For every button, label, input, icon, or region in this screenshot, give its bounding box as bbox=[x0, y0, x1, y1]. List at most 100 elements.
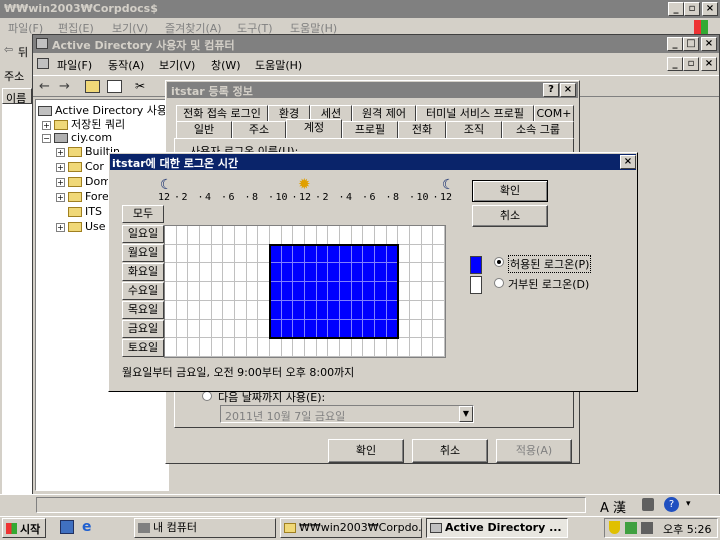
hour-cell[interactable] bbox=[188, 319, 200, 339]
restore-button[interactable]: ▫ bbox=[684, 2, 700, 16]
ime-indicator[interactable]: A 漢 bbox=[600, 497, 626, 516]
expire-date-picker[interactable]: 2011년 10월 7일 금요일 ▼ bbox=[220, 405, 474, 423]
hour-cell[interactable] bbox=[410, 300, 422, 320]
hour-cell[interactable] bbox=[176, 263, 189, 283]
hour-cell[interactable] bbox=[165, 300, 177, 320]
hour-cell[interactable] bbox=[398, 300, 410, 320]
hour-cell[interactable] bbox=[176, 319, 189, 339]
hour-cell[interactable] bbox=[235, 226, 247, 245]
expand-icon[interactable]: + bbox=[56, 162, 65, 172]
taskbar-corpdocs[interactable]: ₩₩win2003₩Corpdo... bbox=[280, 518, 422, 538]
tree-its[interactable]: ITS bbox=[68, 205, 102, 218]
volume-icon[interactable] bbox=[641, 522, 653, 534]
hour-cell[interactable] bbox=[398, 226, 410, 245]
hour-cell[interactable] bbox=[235, 338, 247, 357]
properties-help-button[interactable]: ? bbox=[543, 83, 559, 97]
hour-cell[interactable] bbox=[386, 338, 399, 357]
ad-menu-view[interactable]: 보기(V) bbox=[159, 57, 195, 73]
hour-cell[interactable] bbox=[410, 338, 422, 357]
close-button[interactable]: × bbox=[702, 2, 718, 16]
expand-icon[interactable]: + bbox=[56, 192, 65, 202]
hour-cell[interactable] bbox=[433, 300, 445, 320]
day-monday-button[interactable]: 월요일 bbox=[122, 244, 164, 262]
expand-icon[interactable]: + bbox=[56, 177, 65, 187]
explorer-back-button[interactable]: 뒤 bbox=[18, 44, 28, 60]
ime-tool-icon[interactable] bbox=[642, 498, 654, 511]
hour-cell[interactable] bbox=[235, 282, 247, 301]
hour-cell[interactable] bbox=[398, 263, 410, 283]
hour-cell[interactable] bbox=[223, 282, 235, 301]
hour-cell[interactable] bbox=[235, 300, 247, 320]
hour-cell[interactable] bbox=[375, 226, 387, 245]
hour-cell[interactable] bbox=[188, 244, 200, 264]
tree-domain[interactable]: − ciy.com bbox=[42, 131, 112, 144]
collapse-icon[interactable]: − bbox=[42, 133, 51, 143]
tree-foreign[interactable]: + Fore bbox=[56, 190, 109, 203]
hour-cell[interactable] bbox=[200, 338, 212, 357]
hour-cell[interactable] bbox=[270, 226, 282, 245]
hour-cell[interactable] bbox=[200, 263, 212, 283]
name-column-header[interactable]: 이름 bbox=[2, 88, 32, 105]
hour-cell[interactable] bbox=[165, 226, 177, 245]
ad-inner-minimize-button[interactable]: _ bbox=[667, 57, 683, 71]
cut-icon[interactable]: ✂ bbox=[135, 79, 145, 93]
hour-cell[interactable] bbox=[421, 338, 434, 357]
hour-cell[interactable] bbox=[176, 244, 189, 264]
denied-label[interactable]: 거부된 로그온(D) bbox=[508, 276, 589, 292]
options-icon[interactable]: ▾ bbox=[686, 499, 691, 509]
expand-icon[interactable]: + bbox=[56, 147, 65, 157]
day-thursday-button[interactable]: 목요일 bbox=[122, 301, 164, 319]
ad-maximize-button[interactable]: □ bbox=[683, 37, 699, 51]
tree-domain-controllers[interactable]: + Dom bbox=[56, 175, 111, 188]
hour-cell[interactable] bbox=[340, 226, 352, 245]
network-icon[interactable] bbox=[625, 522, 637, 534]
hour-cell[interactable] bbox=[433, 282, 445, 301]
ad-inner-close-button[interactable]: × bbox=[701, 57, 717, 71]
hour-cell[interactable] bbox=[211, 226, 224, 245]
allowed-radio[interactable] bbox=[494, 257, 504, 267]
start-button[interactable]: 시작 bbox=[2, 518, 46, 538]
minimize-button[interactable]: _ bbox=[668, 2, 684, 16]
hour-cell[interactable] bbox=[281, 338, 294, 357]
hour-cell[interactable] bbox=[363, 338, 375, 357]
hour-cell[interactable] bbox=[235, 244, 247, 264]
hour-cell[interactable] bbox=[328, 338, 340, 357]
hour-cell[interactable] bbox=[176, 282, 189, 301]
hour-cell[interactable] bbox=[246, 338, 259, 357]
hour-cell[interactable] bbox=[433, 244, 445, 264]
properties-ok-button[interactable]: 확인 bbox=[328, 439, 404, 463]
hour-cell[interactable] bbox=[223, 226, 235, 245]
hour-cell[interactable] bbox=[223, 338, 235, 357]
hour-cell[interactable] bbox=[188, 263, 200, 283]
hour-cell[interactable] bbox=[223, 244, 235, 264]
hour-cell[interactable] bbox=[386, 226, 399, 245]
select-all-button[interactable]: 모두 bbox=[122, 205, 164, 223]
day-sunday-button[interactable]: 일요일 bbox=[122, 225, 164, 243]
hour-cell[interactable] bbox=[270, 338, 282, 357]
tab-member-of[interactable]: 소속 그룹 bbox=[502, 121, 574, 138]
hour-cell[interactable] bbox=[188, 338, 200, 357]
hour-cell[interactable] bbox=[246, 244, 259, 264]
forward-icon[interactable]: → bbox=[59, 79, 70, 94]
hour-cell[interactable] bbox=[165, 319, 177, 339]
expand-icon[interactable]: + bbox=[56, 222, 65, 232]
day-saturday-button[interactable]: 토요일 bbox=[122, 339, 164, 357]
hour-cell[interactable] bbox=[176, 300, 189, 320]
up-folder-icon[interactable] bbox=[85, 80, 100, 93]
hour-cell[interactable] bbox=[421, 282, 434, 301]
hour-cell[interactable] bbox=[246, 226, 259, 245]
allowed-label[interactable]: 허용된 로그온(P) bbox=[508, 255, 592, 273]
clock[interactable]: 오후 5:26 bbox=[663, 521, 711, 537]
show-tree-icon[interactable] bbox=[107, 80, 122, 93]
hour-cell[interactable] bbox=[165, 338, 177, 357]
tree-saved-queries[interactable]: + 저장된 쿼리 bbox=[42, 116, 125, 132]
logon-hours-close-button[interactable]: × bbox=[620, 155, 636, 169]
hour-cell[interactable] bbox=[211, 263, 224, 283]
ad-menu-file[interactable]: 파일(F) bbox=[57, 57, 92, 73]
taskbar-my-computer[interactable]: 내 컴퓨터 bbox=[134, 518, 276, 538]
hour-cell[interactable] bbox=[305, 226, 317, 245]
hour-cell[interactable] bbox=[410, 319, 422, 339]
hour-cell[interactable] bbox=[421, 244, 434, 264]
hour-cell[interactable] bbox=[188, 226, 200, 245]
ad-menu-action[interactable]: 동작(A) bbox=[108, 57, 144, 73]
